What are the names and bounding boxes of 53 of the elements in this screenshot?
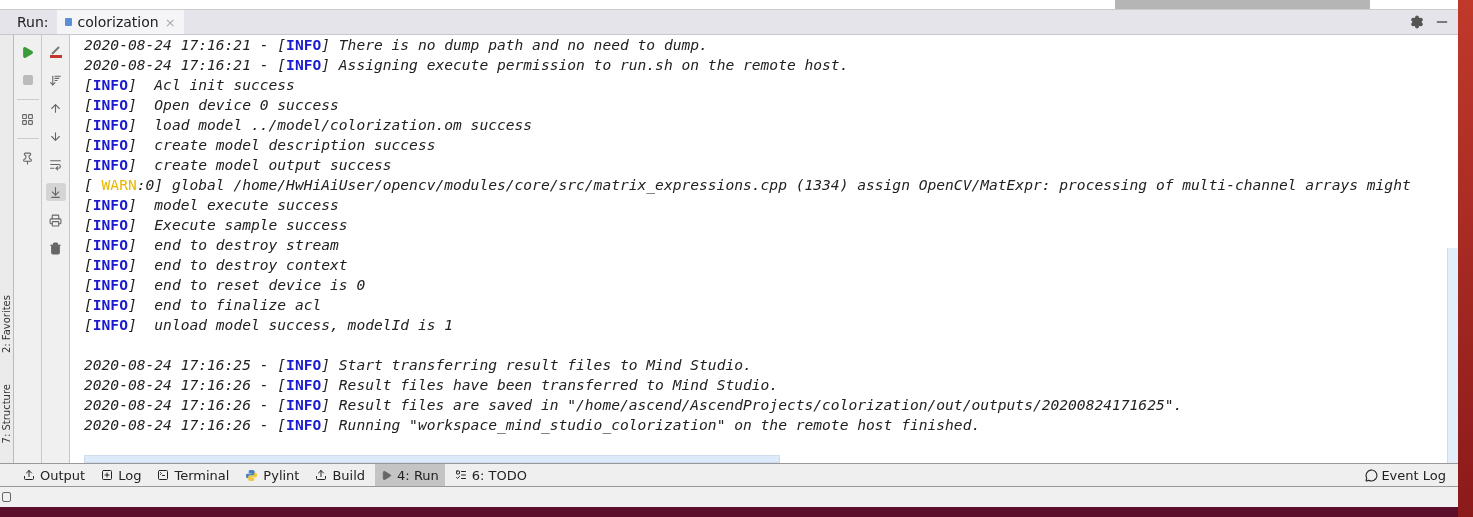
tool-window-tab[interactable]: 4: Run: [375, 464, 445, 486]
log-line: [ WARN:0] global /home/HwHiAiUser/opencv/modules/core/src/matrix_expressions.cpp (1334) assign OpenCV/MatExpr: processing of multi-channel arrays might: [84, 175, 1412, 195]
log-line: 2020-08-24 17:16:21 - [INFO] There is no dump path and no need to dump.: [84, 35, 709, 55]
status-toggle-icon[interactable]: [2, 492, 11, 502]
settings-icon[interactable]: [1410, 15, 1424, 29]
log-line: [INFO] Execute sample success: [84, 215, 349, 235]
tool-window-tab[interactable]: Log: [95, 464, 148, 486]
down-arrow-icon[interactable]: [49, 129, 62, 143]
log-line: 2020-08-24 17:16:21 - [INFO] Assigning execute permission to run.sh on the remote host.: [84, 55, 850, 75]
scroll-end-icon[interactable]: [49, 185, 62, 199]
wrap-icon[interactable]: [49, 157, 62, 171]
upload-icon: [315, 469, 328, 481]
log-line: [INFO] create model description success: [84, 135, 437, 155]
upload-icon: [23, 469, 35, 481]
log-line: 2020-08-24 17:16:26 - [INFO] Result files have been transferred to Mind Studio.: [84, 375, 780, 395]
plus-box-icon: [101, 469, 114, 481]
trash-icon[interactable]: [49, 241, 62, 255]
log-line: [INFO] Acl init success: [84, 75, 296, 95]
tool-window-tab[interactable]: Terminal: [151, 464, 236, 486]
log-line: [INFO] end to destroy stream: [84, 235, 340, 255]
tool-window-tab[interactable]: Output: [17, 464, 92, 486]
log-line: [INFO] end to destroy context: [84, 255, 349, 275]
config-icon: [64, 18, 72, 26]
tool-window-tab[interactable]: Pylint: [239, 464, 306, 486]
log-line: 2020-08-24 17:16:26 - [INFO] Running "workspace_mind_studio_colorization" on the remote host finished.: [84, 415, 982, 435]
log-line: [INFO] end to reset device is 0: [84, 275, 367, 295]
python-icon: [245, 468, 259, 482]
run-tab[interactable]: colorization ×: [56, 10, 184, 34]
log-line: [INFO] Open device 0 success: [84, 95, 340, 115]
log-line: [INFO] end to finalize acl: [84, 295, 323, 315]
log-line: [INFO] create model output success: [84, 155, 393, 175]
speech-bubble-icon: [1365, 468, 1379, 482]
log-line: [INFO] load model ../model/colorization.om success: [84, 115, 534, 135]
tool-window-tab[interactable]: 6: TODO: [448, 464, 533, 486]
log-line: 2020-08-24 17:16:25 - [INFO] Start transferring result files to Mind Studio.: [84, 355, 753, 375]
list-icon: [454, 469, 467, 481]
side-tab[interactable]: 2: Favorites: [0, 295, 13, 354]
run-label: Run:: [17, 14, 49, 30]
log-line: [INFO] unload model success, modelId is 1: [84, 315, 455, 335]
log-line: 2020-08-24 17:16:26 - [INFO] Result files are saved in "/home/ascend/AscendProjects/colorization/out/outputs/20200824171625".: [84, 395, 1184, 415]
side-tab[interactable]: 7: Structure: [0, 383, 13, 443]
run-icon[interactable]: [21, 45, 34, 59]
log-line: [INFO] model execute success: [84, 195, 340, 215]
layout-icon[interactable]: [21, 112, 34, 126]
clear-icon[interactable]: [48, 45, 63, 59]
event-log-button[interactable]: Event Log: [1365, 464, 1446, 486]
sort-icon[interactable]: [49, 73, 62, 87]
pin-icon[interactable]: [21, 151, 34, 165]
terminal-icon: [157, 469, 170, 481]
up-arrow-icon[interactable]: [49, 101, 62, 115]
print-icon[interactable]: [49, 213, 62, 227]
tool-window-tab[interactable]: Build: [309, 464, 372, 486]
play-icon: [381, 469, 393, 481]
